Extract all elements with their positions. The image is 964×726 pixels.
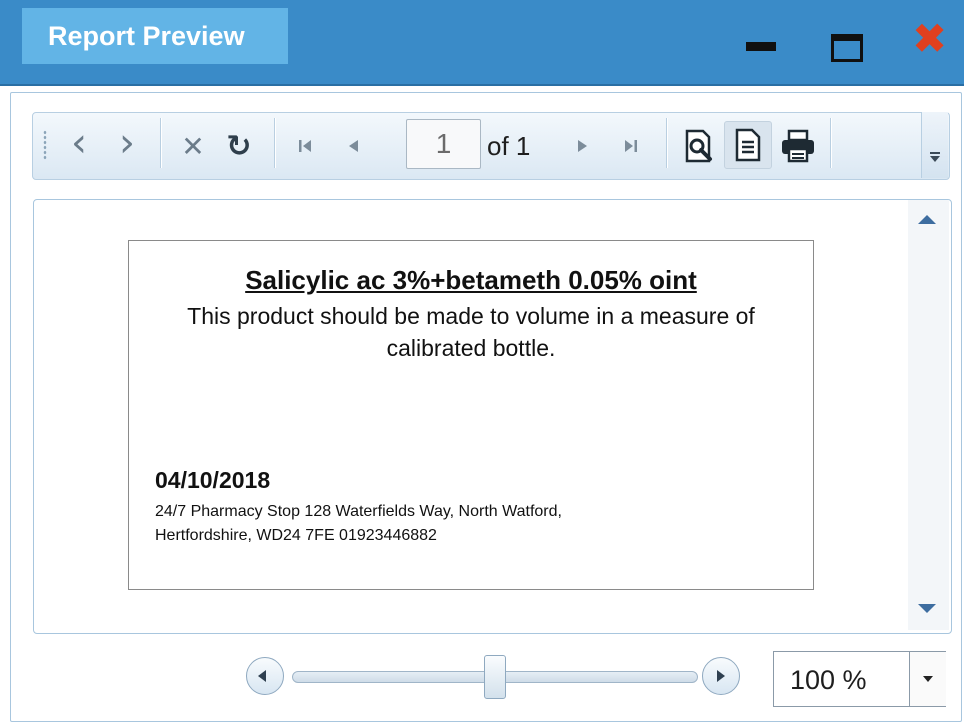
toolbar-separator: [274, 118, 276, 168]
stop-button[interactable]: ✕: [176, 128, 210, 164]
forward-button[interactable]: ›: [112, 120, 142, 166]
zoom-level-select[interactable]: 100 %: [773, 651, 946, 707]
pharmacy-address: 24/7 Pharmacy Stop 128 Waterfields Way, …: [155, 503, 562, 544]
zoom-slider-thumb[interactable]: [484, 655, 506, 699]
back-icon: ‹: [71, 120, 87, 166]
zoom-dropdown-button[interactable]: [909, 652, 946, 706]
page-setup-icon: [735, 128, 761, 162]
toolbar-separator: [160, 118, 162, 168]
product-title: Salicylic ac 3%+betameth 0.05% oint: [245, 265, 697, 295]
maximize-icon: [831, 34, 863, 62]
window-title: Report Preview: [48, 21, 245, 51]
product-instructions: This product should be made to volume in…: [187, 303, 755, 361]
close-button[interactable]: ✖: [912, 14, 956, 64]
minimize-icon: [746, 42, 776, 51]
print-icon: [782, 129, 814, 163]
first-page-button[interactable]: [292, 128, 318, 164]
scroll-up-icon[interactable]: [918, 215, 936, 224]
last-page-icon: [625, 140, 637, 152]
title-tab: Report Preview: [22, 8, 288, 64]
next-page-button[interactable]: [570, 128, 596, 164]
chevron-down-icon: [923, 676, 933, 682]
next-page-icon: [578, 140, 587, 152]
back-button[interactable]: ‹: [64, 120, 94, 166]
toolbar-grip[interactable]: [43, 130, 47, 160]
toolbar-separator: [830, 118, 832, 168]
forward-icon: ›: [119, 120, 135, 166]
minimize-button[interactable]: [738, 20, 782, 64]
refresh-button[interactable]: ↻: [222, 128, 256, 164]
previous-page-button[interactable]: [340, 128, 366, 164]
print-preview-icon: [685, 129, 712, 163]
maximize-button[interactable]: [824, 20, 868, 64]
chevron-right-icon: [717, 670, 725, 682]
chevron-left-icon: [258, 670, 266, 682]
print-button[interactable]: [776, 128, 820, 164]
current-page-input[interactable]: 1: [406, 119, 481, 169]
chevron-down-icon: [930, 152, 940, 162]
report-page: Salicylic ac 3%+betameth 0.05% oint This…: [128, 240, 814, 590]
zoom-level-value: 100 %: [790, 665, 867, 695]
close-icon: ✖: [912, 14, 948, 63]
last-page-button[interactable]: [618, 128, 644, 164]
zoom-out-button[interactable]: [246, 657, 284, 695]
vertical-scrollbar[interactable]: [908, 200, 949, 630]
previous-page-icon: [349, 140, 358, 152]
stop-icon: ✕: [181, 129, 205, 163]
first-page-icon: [299, 140, 311, 152]
refresh-icon: ↻: [226, 128, 252, 164]
toolbar-separator: [666, 118, 668, 168]
scroll-down-icon[interactable]: [918, 604, 936, 613]
page-count-label: of 1: [487, 131, 531, 161]
print-preview-button[interactable]: [680, 128, 718, 164]
toolbar-overflow-button[interactable]: [921, 112, 948, 178]
zoom-in-button[interactable]: [702, 657, 740, 695]
page-setup-button[interactable]: [724, 121, 772, 169]
report-date: 04/10/2018: [155, 467, 271, 493]
